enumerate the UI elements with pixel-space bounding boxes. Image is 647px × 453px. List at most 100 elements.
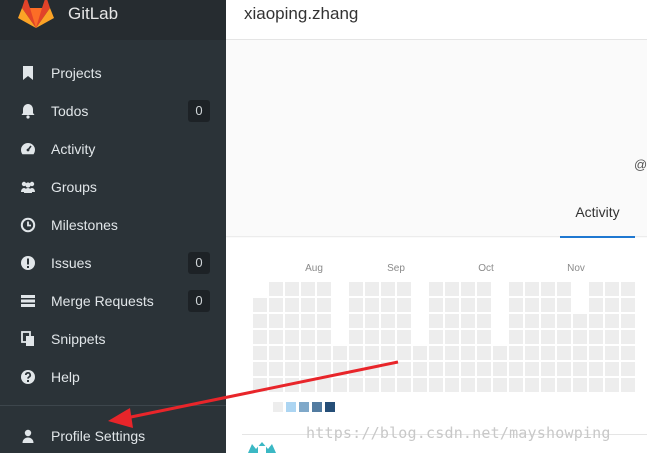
calendar-day-cell[interactable] xyxy=(525,378,539,392)
calendar-day-cell[interactable] xyxy=(621,346,635,360)
calendar-day-cell[interactable] xyxy=(477,362,491,376)
calendar-day-cell[interactable] xyxy=(365,378,379,392)
calendar-day-cell[interactable] xyxy=(301,362,315,376)
calendar-day-cell[interactable] xyxy=(429,378,443,392)
calendar-day-cell[interactable] xyxy=(285,330,299,344)
calendar-day-cell[interactable] xyxy=(333,362,347,376)
calendar-day-cell[interactable] xyxy=(573,362,587,376)
calendar-day-cell[interactable] xyxy=(445,282,459,296)
calendar-day-cell[interactable] xyxy=(557,282,571,296)
calendar-day-cell[interactable] xyxy=(493,346,507,360)
calendar-day-cell[interactable] xyxy=(413,346,427,360)
calendar-day-cell[interactable] xyxy=(397,330,411,344)
calendar-day-cell[interactable] xyxy=(269,282,283,296)
calendar-day-cell[interactable] xyxy=(301,346,315,360)
calendar-day-cell[interactable] xyxy=(541,298,555,312)
calendar-day-cell[interactable] xyxy=(525,298,539,312)
calendar-day-cell[interactable] xyxy=(253,330,267,344)
calendar-day-cell[interactable] xyxy=(557,330,571,344)
calendar-day-cell[interactable] xyxy=(589,362,603,376)
calendar-day-cell[interactable] xyxy=(365,330,379,344)
calendar-day-cell[interactable] xyxy=(525,362,539,376)
calendar-day-cell[interactable] xyxy=(285,362,299,376)
calendar-day-cell[interactable] xyxy=(429,346,443,360)
calendar-day-cell[interactable] xyxy=(605,298,619,312)
sidebar-item-merge-requests[interactable]: Merge Requests 0 xyxy=(0,282,226,320)
calendar-day-cell[interactable] xyxy=(365,346,379,360)
calendar-day-cell[interactable] xyxy=(541,346,555,360)
calendar-day-cell[interactable] xyxy=(253,378,267,392)
calendar-day-cell[interactable] xyxy=(525,346,539,360)
calendar-day-cell[interactable] xyxy=(301,298,315,312)
calendar-day-cell[interactable] xyxy=(605,346,619,360)
calendar-day-cell[interactable] xyxy=(365,298,379,312)
calendar-day-cell[interactable] xyxy=(525,314,539,328)
calendar-day-cell[interactable] xyxy=(413,378,427,392)
calendar-day-cell[interactable] xyxy=(349,330,363,344)
calendar-day-cell[interactable] xyxy=(605,378,619,392)
calendar-day-cell[interactable] xyxy=(269,314,283,328)
sidebar-item-groups[interactable]: Groups xyxy=(0,168,226,206)
calendar-day-cell[interactable] xyxy=(621,314,635,328)
calendar-day-cell[interactable] xyxy=(269,298,283,312)
sidebar-item-todos[interactable]: Todos 0 xyxy=(0,92,226,130)
calendar-day-cell[interactable] xyxy=(285,298,299,312)
calendar-day-cell[interactable] xyxy=(317,298,331,312)
calendar-day-cell[interactable] xyxy=(445,298,459,312)
calendar-day-cell[interactable] xyxy=(317,346,331,360)
calendar-day-cell[interactable] xyxy=(621,378,635,392)
calendar-day-cell[interactable] xyxy=(477,298,491,312)
calendar-day-cell[interactable] xyxy=(589,346,603,360)
calendar-day-cell[interactable] xyxy=(381,282,395,296)
tab-activity[interactable]: Activity xyxy=(560,201,635,238)
calendar-day-cell[interactable] xyxy=(557,298,571,312)
calendar-day-cell[interactable] xyxy=(269,378,283,392)
calendar-day-cell[interactable] xyxy=(381,378,395,392)
calendar-day-cell[interactable] xyxy=(589,282,603,296)
calendar-day-cell[interactable] xyxy=(253,298,267,312)
calendar-day-cell[interactable] xyxy=(365,282,379,296)
calendar-day-cell[interactable] xyxy=(557,314,571,328)
calendar-day-cell[interactable] xyxy=(621,282,635,296)
calendar-day-cell[interactable] xyxy=(461,362,475,376)
calendar-day-cell[interactable] xyxy=(429,330,443,344)
calendar-day-cell[interactable] xyxy=(509,362,523,376)
calendar-day-cell[interactable] xyxy=(381,314,395,328)
calendar-day-cell[interactable] xyxy=(429,314,443,328)
calendar-day-cell[interactable] xyxy=(573,346,587,360)
sidebar-item-milestones[interactable]: Milestones xyxy=(0,206,226,244)
calendar-day-cell[interactable] xyxy=(461,346,475,360)
calendar-day-cell[interactable] xyxy=(525,330,539,344)
calendar-day-cell[interactable] xyxy=(461,314,475,328)
calendar-day-cell[interactable] xyxy=(365,314,379,328)
calendar-day-cell[interactable] xyxy=(461,282,475,296)
calendar-day-cell[interactable] xyxy=(477,330,491,344)
calendar-day-cell[interactable] xyxy=(541,362,555,376)
calendar-day-cell[interactable] xyxy=(269,346,283,360)
calendar-day-cell[interactable] xyxy=(445,330,459,344)
calendar-day-cell[interactable] xyxy=(317,362,331,376)
calendar-day-cell[interactable] xyxy=(589,330,603,344)
calendar-day-cell[interactable] xyxy=(589,298,603,312)
calendar-day-cell[interactable] xyxy=(269,362,283,376)
sidebar-item-issues[interactable]: Issues 0 xyxy=(0,244,226,282)
calendar-day-cell[interactable] xyxy=(301,314,315,328)
calendar-day-cell[interactable] xyxy=(349,362,363,376)
avatar[interactable] xyxy=(244,440,280,453)
calendar-day-cell[interactable] xyxy=(605,330,619,344)
calendar-day-cell[interactable] xyxy=(301,282,315,296)
calendar-day-cell[interactable] xyxy=(605,314,619,328)
calendar-day-cell[interactable] xyxy=(285,314,299,328)
calendar-day-cell[interactable] xyxy=(493,362,507,376)
calendar-day-cell[interactable] xyxy=(349,346,363,360)
calendar-day-cell[interactable] xyxy=(509,346,523,360)
calendar-day-cell[interactable] xyxy=(253,346,267,360)
calendar-day-cell[interactable] xyxy=(333,346,347,360)
calendar-day-cell[interactable] xyxy=(253,314,267,328)
sidebar-item-activity[interactable]: Activity xyxy=(0,130,226,168)
calendar-day-cell[interactable] xyxy=(445,346,459,360)
calendar-day-cell[interactable] xyxy=(461,378,475,392)
calendar-day-cell[interactable] xyxy=(509,282,523,296)
calendar-day-cell[interactable] xyxy=(445,314,459,328)
calendar-day-cell[interactable] xyxy=(413,362,427,376)
